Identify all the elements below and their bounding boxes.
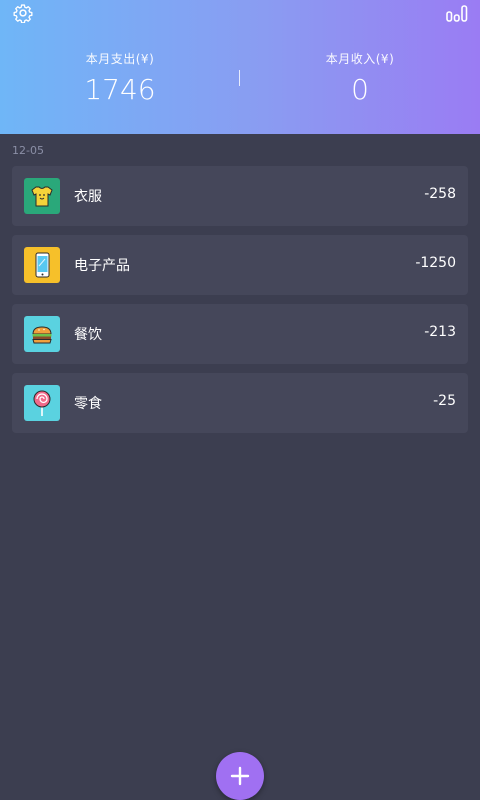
expense-amount: -213	[424, 324, 456, 340]
category-name: 零食	[74, 396, 102, 412]
expense-amount: -25	[433, 393, 456, 409]
income-label: 本月收入(¥)	[325, 52, 395, 66]
category-name: 餐饮	[74, 327, 102, 343]
statistics-button[interactable]	[446, 2, 468, 24]
add-record-button[interactable]	[216, 752, 264, 800]
monthly-expense: 本月支出(¥) 1746	[0, 50, 240, 106]
expense-amount: -1250	[415, 255, 456, 271]
phone-icon	[24, 247, 60, 283]
expense-value: 1746	[84, 73, 156, 106]
expense-label: 本月支出(¥)	[85, 52, 155, 66]
category-name: 电子产品	[74, 258, 130, 274]
settings-button[interactable]	[12, 2, 34, 24]
monthly-income: 本月收入(¥) 0	[240, 50, 480, 106]
expense-amount: -258	[424, 186, 456, 202]
list-item[interactable]: 零食 -25	[12, 373, 468, 433]
bar-chart-icon	[446, 5, 468, 22]
list-item[interactable]: 衣服 -258	[12, 166, 468, 226]
plus-icon	[230, 766, 250, 786]
gear-icon	[13, 4, 33, 23]
list-item[interactable]: 餐饮 -213	[12, 304, 468, 364]
summary-header: 本月支出(¥) 1746 本月收入(¥) 0	[0, 0, 480, 134]
tshirt-icon	[24, 178, 60, 214]
date-heading: 12-05	[12, 144, 44, 157]
list-item[interactable]: 电子产品 -1250	[12, 235, 468, 295]
burger-icon	[24, 316, 60, 352]
income-value: 0	[351, 73, 369, 106]
lollipop-icon	[24, 385, 60, 421]
category-name: 衣服	[74, 189, 102, 205]
